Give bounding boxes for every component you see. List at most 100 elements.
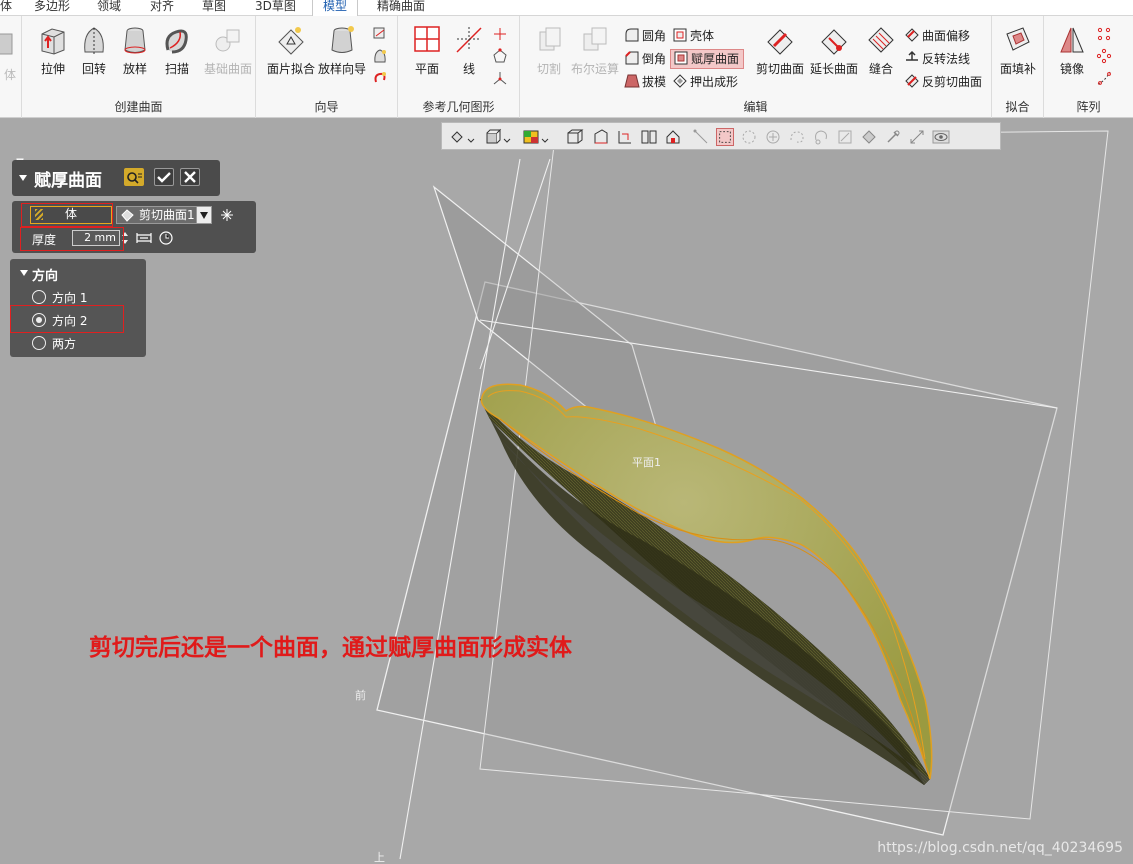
circle-select-icon[interactable] [740,128,758,146]
reverse-trim-icon [905,74,919,88]
base-surface-button[interactable]: 基础曲面 [200,24,256,77]
patch-fit-button[interactable]: 面片拟合 [262,24,320,77]
extrude-form-button[interactable]: 押出成形 [672,72,738,92]
direction-1-label: 方向 1 [52,291,88,305]
surface-offset-icon [905,28,919,42]
tab-align[interactable]: 对齐 [150,0,174,15]
paint-select-icon[interactable] [884,128,902,146]
body-dropdown-arrow[interactable] [196,206,212,224]
check-icon [157,172,171,183]
draft-button[interactable]: 拔模 [624,72,666,92]
shell-button[interactable]: 壳体 [672,26,714,46]
split-view-icon[interactable] [640,128,658,146]
stitch-button[interactable]: 缝合 [856,24,906,77]
timer-icon[interactable] [158,230,174,246]
reverse-normal-label: 反转法线 [922,52,971,66]
tab-polygon[interactable]: 多边形 [34,0,70,15]
chamfer-button[interactable]: 倒角 [624,49,666,69]
cancel-button[interactable] [180,168,200,186]
group-label-array: 阵列 [1076,100,1101,114]
mirror-button[interactable]: 镜像 [1047,24,1097,77]
trim-surface-icon [767,29,793,55]
curve-pattern-icon[interactable] [1096,70,1112,86]
cut-button[interactable]: 切割 [524,24,574,77]
tab-region[interactable]: 领域 [97,0,121,15]
display-mode-icon[interactable] [484,128,502,146]
mirror-label: 镜像 [1059,62,1084,76]
extrude-form-icon [673,74,687,88]
circular-pattern-icon[interactable] [1096,48,1112,64]
loft-wizard-button[interactable]: 放样向导 [314,24,370,77]
line-button[interactable]: 线 [444,24,494,77]
section-view-icon[interactable] [592,128,610,146]
fillet-button[interactable]: 圆角 [624,26,666,46]
surface-offset-button[interactable]: 曲面偏移 [904,26,970,46]
point-icon[interactable] [492,26,508,42]
highlight-box-thickness [20,227,124,251]
sweep-button[interactable]: 扫描 [152,24,202,77]
reverse-normal-button[interactable]: 反转法线 [904,49,970,69]
tab-sketch[interactable]: 草图 [202,0,226,15]
freeform-select-icon[interactable] [788,128,806,146]
lasso-select-icon[interactable] [812,128,830,146]
preview-search-button[interactable] [124,168,144,186]
extrude-icon [41,28,65,55]
view-orientation-icon[interactable] [448,128,466,146]
fill-face-button[interactable]: 面填补 [993,24,1043,77]
chevron-down-icon[interactable] [466,128,476,146]
draft-label: 拔模 [642,75,667,89]
3d-viewport[interactable]: 平面1 前 上 赋厚曲面 体 剪切曲面1 厚度 2 mm 方向 方向 1 方向 … [0,119,1133,864]
clip-plane-icon[interactable] [616,128,634,146]
rectangle-select-icon[interactable] [716,128,734,146]
line-label: 线 [462,62,475,76]
wizard-small-3-icon[interactable] [372,70,388,86]
tab-precise-surface[interactable]: 精确曲面 [377,0,425,15]
chevron-down-icon[interactable] [540,128,550,146]
loft-label: 放样 [122,62,147,76]
wizard-small-2-icon[interactable] [372,48,388,64]
tab-3d-sketch[interactable]: 3D草图 [255,0,296,15]
trim-surface-label: 剪切曲面 [755,62,804,76]
direction-1-radio[interactable] [32,290,46,304]
visibility-icon[interactable] [932,128,950,146]
tab-model[interactable]: 模型 [312,0,359,17]
chevron-down-icon[interactable] [502,128,512,146]
trim-surface-button[interactable]: 剪切曲面 [752,24,808,77]
base-surface-label: 基础曲面 [203,62,252,76]
loft-wizard-label: 放样向导 [317,62,366,76]
confirm-button[interactable] [154,168,174,186]
linear-pattern-icon[interactable] [1096,26,1112,42]
extend-surface-button[interactable]: 延长曲面 [806,24,862,77]
measure-distance-icon[interactable] [136,230,152,246]
collapse-triangle-icon[interactable] [18,173,28,183]
wizard-small-1-icon[interactable] [372,26,388,42]
sweep-icon [165,29,188,54]
clear-selection-icon[interactable] [218,206,236,224]
boolean-button[interactable]: 布尔运算 [568,24,622,77]
plane-label: 平面 [414,62,439,76]
wireframe-box-icon[interactable] [566,128,584,146]
polygon-select-icon[interactable] [764,128,782,146]
color-mode-icon[interactable] [522,128,540,146]
collapse-triangle-icon[interactable] [19,268,29,278]
group-label-edit: 编辑 [743,100,768,114]
tab-partial[interactable]: 体 [0,0,12,15]
polygon-point-icon[interactable] [492,48,508,64]
reverse-trim-button[interactable]: 反剪切曲面 [904,72,982,92]
thicken-surface-button[interactable]: 赋厚曲面 [670,49,745,69]
transform-icon[interactable] [908,128,926,146]
extension-select-icon[interactable] [860,128,878,146]
group-label-ref-geometry: 参考几何图形 [422,100,495,114]
line-select-icon[interactable] [692,128,710,146]
stitch-label: 缝合 [868,62,893,76]
ribbon-group-array: 镜像 阵列 [1044,16,1133,118]
draft-icon [624,74,640,88]
coordinate-icon[interactable] [492,70,508,86]
fill-face-label: 面填补 [999,62,1036,76]
house-view-icon[interactable] [664,128,682,146]
search-icon [127,172,142,184]
both-directions-radio[interactable] [32,336,46,350]
extend-surface-icon [821,29,847,55]
brush-select-icon[interactable] [836,128,854,146]
group-label-fit: 拟合 [1005,100,1030,114]
